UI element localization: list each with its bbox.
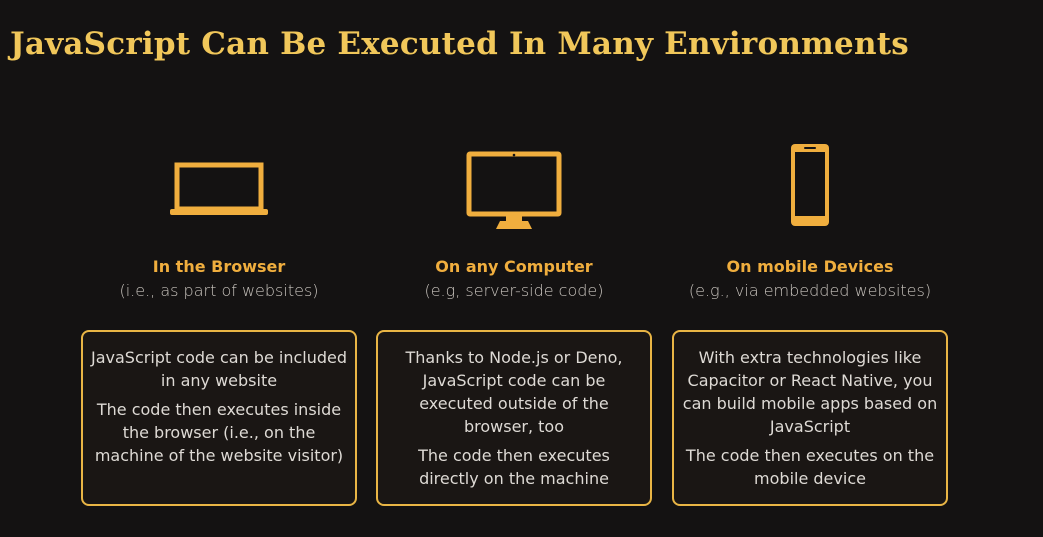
- card-paragraph: The code then executes directly on the m…: [418, 446, 610, 488]
- environment-subheading: (e.g., via embedded websites): [688, 281, 932, 300]
- card-paragraph: The code then executes inside the browse…: [94, 400, 344, 465]
- smartphone-icon: [672, 142, 948, 228]
- environment-subheading: (i.e., as part of websites): [119, 281, 319, 300]
- environment-card: JavaScript code can be included in any w…: [81, 330, 357, 506]
- environment-heading: On any Computer: [435, 257, 593, 276]
- card-paragraph: JavaScript code can be included in any w…: [91, 348, 347, 390]
- laptop-icon: [81, 162, 357, 218]
- page-title: JavaScript Can Be Executed In Many Envir…: [10, 26, 909, 62]
- desktop-monitor-icon: [376, 151, 652, 229]
- card-paragraph: With extra technologies like Capacitor o…: [682, 348, 938, 436]
- environment-card: With extra technologies like Capacitor o…: [672, 330, 948, 506]
- environment-heading: On mobile Devices: [726, 257, 894, 276]
- card-paragraph: Thanks to Node.js or Deno, JavaScript co…: [405, 348, 623, 436]
- environment-subheading: (e.g, server-side code): [424, 281, 604, 300]
- environment-card: Thanks to Node.js or Deno, JavaScript co…: [376, 330, 652, 506]
- card-paragraph: The code then executes on the mobile dev…: [685, 446, 935, 488]
- environment-heading: In the Browser: [152, 257, 286, 276]
